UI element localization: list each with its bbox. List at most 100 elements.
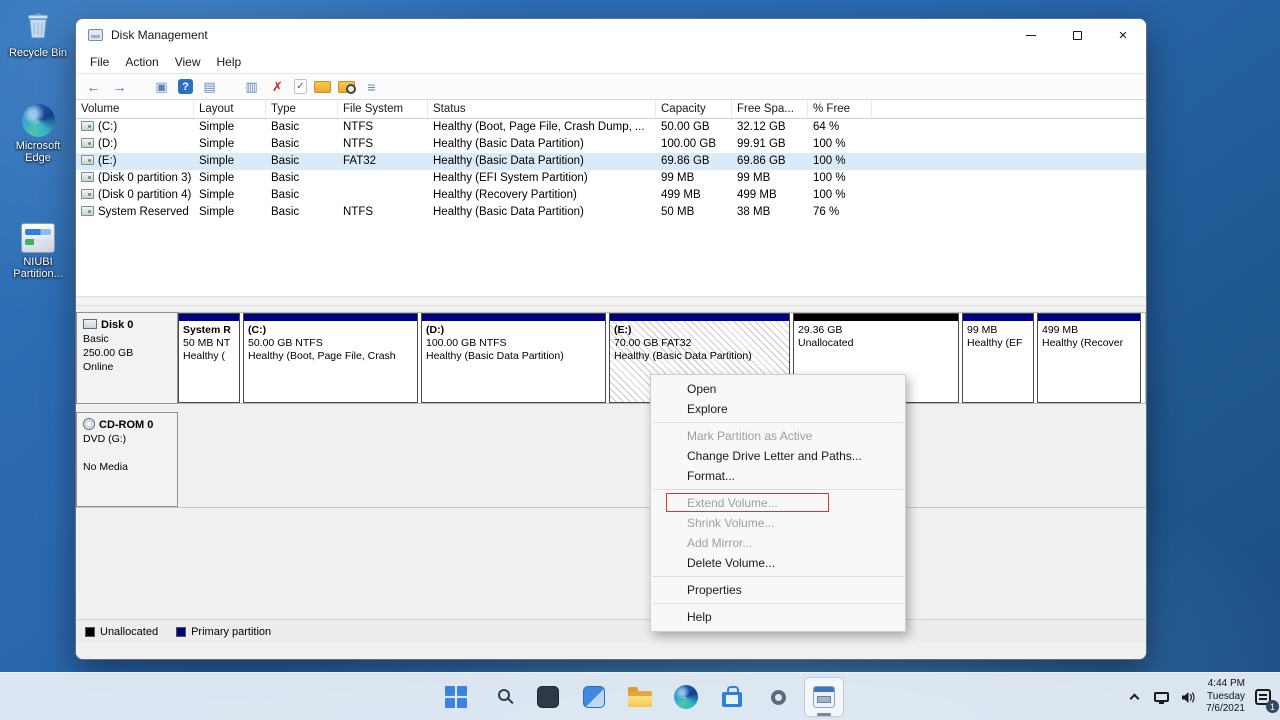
menu-action[interactable]: Action <box>117 52 166 72</box>
disk0-row: Disk 0 Basic 250.00 GB Online System R50… <box>76 312 1146 404</box>
legend-primary-partition: Primary partition <box>176 626 271 638</box>
volume-row-c[interactable]: (C:)SimpleBasicNTFSHealthy (Boot, Page F… <box>76 119 1146 136</box>
notification-button[interactable]: 1 <box>1254 680 1272 714</box>
forward-icon[interactable] <box>110 78 129 95</box>
menu-item-label: Change Drive Letter and Paths... <box>687 449 862 463</box>
menu-item-extend-volume[interactable]: Extend Volume... <box>651 493 905 513</box>
taskbar-settings[interactable] <box>758 677 798 717</box>
taskbar-task-view[interactable] <box>528 677 568 717</box>
back-icon[interactable] <box>84 78 103 95</box>
taskbar-widgets[interactable] <box>574 677 614 717</box>
taskbar-start[interactable] <box>436 677 476 717</box>
menu-help[interactable]: Help <box>209 52 250 72</box>
volume-name: (Disk 0 partition 3) <box>98 172 191 184</box>
partition-system-r[interactable]: System R50 MB NTHealthy ( <box>178 313 240 403</box>
menu-separator <box>653 489 903 490</box>
volume-row-disk-0-partition-4[interactable]: (Disk 0 partition 4)SimpleBasicHealthy (… <box>76 187 1146 204</box>
partition-healthy-recover[interactable]: 499 MBHealthy (Recover <box>1037 313 1141 403</box>
tray-show-hidden-icons-button[interactable] <box>1125 680 1143 714</box>
taskbar-clock[interactable]: 4:44 PM Tuesday 7/6/2021 <box>1206 678 1245 716</box>
find-icon[interactable] <box>338 81 355 93</box>
search-icon <box>498 689 510 701</box>
column-header-free[interactable]: % Free <box>808 100 872 118</box>
volume-icon <box>81 138 94 148</box>
column-header-type[interactable]: Type <box>266 100 338 118</box>
menu-item-label: Explore <box>687 402 728 416</box>
column-header-free-spa[interactable]: Free Spa... <box>732 100 808 118</box>
taskbar-microsoft-store[interactable] <box>712 677 752 717</box>
menu-file[interactable]: File <box>82 52 117 72</box>
console-tree-icon[interactable] <box>152 78 171 95</box>
menu-item-format[interactable]: Format... <box>651 466 905 486</box>
volume-row-d[interactable]: (D:)SimpleBasicNTFSHealthy (Basic Data P… <box>76 136 1146 153</box>
menu-item-label: Properties <box>687 583 742 597</box>
column-header-capacity[interactable]: Capacity <box>656 100 732 118</box>
settings-icon <box>771 690 786 705</box>
maximize-button[interactable] <box>1054 19 1100 51</box>
export-list-icon[interactable] <box>242 78 261 95</box>
graphical-view-empty-area <box>76 508 1146 619</box>
partition-title: (E:) <box>614 324 785 337</box>
window-pane-icon[interactable] <box>200 78 219 95</box>
delete-icon[interactable] <box>268 78 287 95</box>
desktop-icon-label: NIUBI Partition... <box>2 256 74 280</box>
volume-name: (C:) <box>98 121 117 133</box>
taskbar-file-explorer[interactable] <box>620 677 660 717</box>
menu-item-label: Open <box>687 382 716 396</box>
menu-item-properties[interactable]: Properties <box>651 580 905 600</box>
column-header-volume[interactable]: Volume <box>76 100 194 118</box>
partition-c[interactable]: (C:)50.00 GB NTFSHealthy (Boot, Page Fil… <box>243 313 418 403</box>
file-explorer-icon <box>628 691 652 707</box>
taskbar: 4:44 PM Tuesday 7/6/2021 1 <box>0 672 1280 720</box>
open-folder-icon[interactable] <box>314 81 331 93</box>
volume-row-disk-0-partition-3[interactable]: (Disk 0 partition 3)SimpleBasicHealthy (… <box>76 170 1146 187</box>
column-header-file-system[interactable]: File System <box>338 100 428 118</box>
menu-view[interactable]: View <box>167 52 209 72</box>
cdrom-row: CD-ROM 0 DVD (G:) No Media <box>76 412 1146 508</box>
menu-item-shrink-volume[interactable]: Shrink Volume... <box>651 513 905 533</box>
partition-status: Healthy ( <box>183 350 235 363</box>
column-header-layout[interactable]: Layout <box>194 100 266 118</box>
minimize-button[interactable] <box>1008 19 1054 51</box>
partition-size: 29.36 GB <box>798 324 954 337</box>
check-document-icon[interactable] <box>294 79 307 94</box>
volume-row-e[interactable]: (E:)SimpleBasicFAT32Healthy (Basic Data … <box>76 153 1146 170</box>
menu-item-help[interactable]: Help <box>651 607 905 627</box>
titlebar[interactable]: Disk Management × <box>76 19 1146 51</box>
niubi-partition-editor-icon <box>21 223 55 253</box>
menu-item-delete-volume[interactable]: Delete Volume... <box>651 553 905 573</box>
menu-item-mark-partition-as-active[interactable]: Mark Partition as Active <box>651 426 905 446</box>
taskbar-search[interactable] <box>482 677 522 717</box>
menu-item-open[interactable]: Open <box>651 379 905 399</box>
list-view-icon[interactable] <box>362 78 381 95</box>
column-header-status[interactable]: Status <box>428 100 656 118</box>
menu-item-add-mirror[interactable]: Add Mirror... <box>651 533 905 553</box>
pane-splitter[interactable] <box>76 296 1146 306</box>
help-icon[interactable] <box>178 79 193 94</box>
desktop-icon-microsoft-edge[interactable]: Microsoft Edge <box>2 104 74 164</box>
notification-badge: 1 <box>1266 700 1279 713</box>
disk0-header[interactable]: Disk 0 Basic 250.00 GB Online <box>76 312 178 404</box>
tray-volume-button[interactable] <box>1179 680 1197 714</box>
partition-type-strip <box>422 314 605 321</box>
cdrom-header[interactable]: CD-ROM 0 DVD (G:) No Media <box>76 412 178 507</box>
menu-item-explore[interactable]: Explore <box>651 399 905 419</box>
menu-item-change-drive-letter-and-paths[interactable]: Change Drive Letter and Paths... <box>651 446 905 466</box>
desktop-icon-recycle-bin[interactable]: Recycle Bin <box>2 8 74 59</box>
partition-d[interactable]: (D:)100.00 GB NTFSHealthy (Basic Data Pa… <box>421 313 606 403</box>
tray-network-button[interactable] <box>1152 680 1170 714</box>
taskbar-disk-management[interactable] <box>804 677 844 717</box>
close-button[interactable]: × <box>1100 19 1146 51</box>
volume-name: (Disk 0 partition 4) <box>98 189 191 201</box>
volume-row-system-reserved[interactable]: System ReservedSimpleBasicNTFSHealthy (B… <box>76 204 1146 221</box>
menu-item-label: Mark Partition as Active <box>687 429 812 443</box>
taskbar-edge[interactable] <box>666 677 706 717</box>
menu-item-label: Add Mirror... <box>687 536 752 550</box>
disk-name: Disk 0 <box>101 319 133 331</box>
recycle-bin-icon <box>21 9 55 43</box>
partition-size: 99 MB <box>967 324 1029 337</box>
desktop-icon-niubi-partition-editor[interactable]: NIUBI Partition... <box>2 220 74 280</box>
partition-healthy-ef[interactable]: 99 MBHealthy (EF <box>962 313 1034 403</box>
clock-day: Tuesday <box>1206 691 1245 704</box>
menu-item-label: Delete Volume... <box>687 556 775 570</box>
